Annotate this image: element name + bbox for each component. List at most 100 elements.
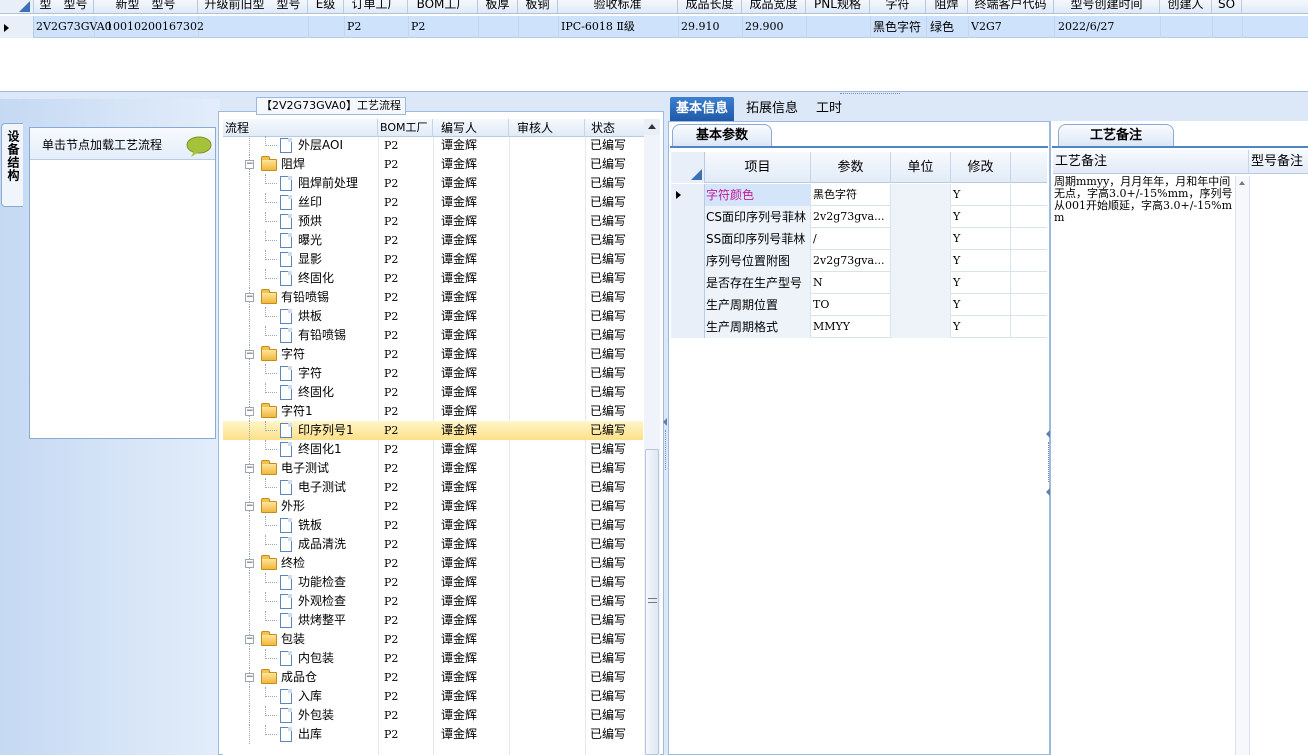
- process-scrollbar[interactable]: [644, 119, 660, 755]
- collapse-icon[interactable]: −: [245, 464, 254, 473]
- tree-row[interactable]: 预烘 P2 谭金辉 已编写: [223, 212, 643, 231]
- table-row[interactable]: CS面印序列号菲林 2v2g73gva... Y: [671, 206, 1047, 228]
- cell-bom-factory[interactable]: P2: [411, 16, 425, 38]
- process-remark-text[interactable]: 周期mmyy，月月年年，月和年中间无点，字高3.0+/-15%mm，序列号从00…: [1054, 176, 1234, 224]
- tab-basic-params[interactable]: 基本参数: [672, 124, 772, 146]
- tree-row[interactable]: − 成品仓 P2 谭金辉 已编写: [223, 668, 643, 687]
- collapse-icon[interactable]: −: [245, 160, 254, 169]
- cell-order-factory[interactable]: P2: [347, 16, 361, 38]
- model-remark-cell[interactable]: [1249, 176, 1308, 755]
- tree-row[interactable]: 铣板 P2 谭金辉 已编写: [223, 516, 643, 535]
- cell-created[interactable]: 2022/6/27: [1058, 16, 1114, 38]
- tree-row[interactable]: − 阻焊 P2 谭金辉 已编写: [223, 155, 643, 174]
- col-header[interactable]: E级: [308, 0, 344, 13]
- tree-row[interactable]: 出库 P2 谭金辉 已编写: [223, 725, 643, 744]
- cell-unit[interactable]: [891, 250, 951, 272]
- cell-model[interactable]: 2V2G73GVA0: [36, 16, 112, 38]
- tree-row[interactable]: − 有铅喷锡 P2 谭金辉 已编写: [223, 288, 643, 307]
- table-row[interactable]: 字符颜色 黑色字符 Y: [671, 184, 1047, 206]
- cell-param[interactable]: 黑色字符: [811, 184, 891, 206]
- cell-modify[interactable]: Y: [951, 228, 1011, 250]
- scroll-up-icon[interactable]: [644, 119, 660, 135]
- row-indicator[interactable]: [671, 316, 705, 338]
- col-header[interactable]: 字符: [870, 0, 926, 13]
- scroll-thumb[interactable]: [645, 449, 659, 755]
- table-row[interactable]: 生产周期格式 MMYY Y: [671, 316, 1047, 338]
- row-indicator[interactable]: [671, 272, 705, 294]
- col-header[interactable]: 成品宽度: [742, 0, 806, 13]
- cell-unit[interactable]: [891, 316, 951, 338]
- tab-work-hours[interactable]: 工时: [810, 97, 848, 121]
- col-header[interactable]: 板厚: [478, 0, 518, 13]
- tree-row[interactable]: 字符 P2 谭金辉 已编写: [223, 364, 643, 383]
- col-header[interactable]: 升级前旧型 型号: [198, 0, 308, 13]
- table-row[interactable]: 2V2G73GVA0 10010200167302 P2 P2 IPC-6018…: [0, 16, 1308, 38]
- tab-device-structure[interactable]: 设备结构: [1, 123, 23, 207]
- tree-row[interactable]: 终固化 P2 谭金辉 已编写: [223, 383, 643, 402]
- tree-row[interactable]: 有铅喷锡 P2 谭金辉 已编写: [223, 326, 643, 345]
- tree-row[interactable]: − 终检 P2 谭金辉 已编写: [223, 554, 643, 573]
- tree-row[interactable]: − 外形 P2 谭金辉 已编写: [223, 497, 643, 516]
- table-row[interactable]: SS面印序列号菲林 / Y: [671, 228, 1047, 250]
- tree-row[interactable]: 丝印 P2 谭金辉 已编写: [223, 193, 643, 212]
- table-row[interactable]: 生产周期位置 TO Y: [671, 294, 1047, 316]
- cell-unit[interactable]: [891, 272, 951, 294]
- col-model-remark[interactable]: 型号备注: [1249, 150, 1308, 174]
- cell-modify[interactable]: Y: [951, 184, 1011, 206]
- cell-modify[interactable]: Y: [951, 294, 1011, 316]
- table-row[interactable]: 序列号位置附图 2v2g73gva... Y: [671, 250, 1047, 272]
- collapse-mid-icon[interactable]: [663, 418, 667, 426]
- cell-param[interactable]: TO: [811, 294, 891, 316]
- cell-unit[interactable]: [891, 206, 951, 228]
- cell-item[interactable]: 字符颜色: [705, 184, 811, 206]
- cell-item[interactable]: SS面印序列号菲林: [705, 228, 811, 250]
- cell-item[interactable]: CS面印序列号菲林: [705, 206, 811, 228]
- tree-row[interactable]: − 电子测试 P2 谭金辉 已编写: [223, 459, 643, 478]
- cell-param[interactable]: /: [811, 228, 891, 250]
- col-header[interactable]: 创建人: [1160, 0, 1212, 13]
- col-flow[interactable]: 流程: [223, 119, 378, 137]
- cell-modify[interactable]: Y: [951, 316, 1011, 338]
- col-status[interactable]: 状态: [585, 119, 645, 137]
- cell-new-model[interactable]: 10010200167302: [106, 16, 204, 38]
- tree-row[interactable]: − 包装 P2 谭金辉 已编写: [223, 630, 643, 649]
- col-header[interactable]: 型 型号: [34, 0, 94, 13]
- tree-row[interactable]: − 字符1 P2 谭金辉 已编写: [223, 402, 643, 421]
- grid-corner[interactable]: [671, 152, 705, 183]
- tab-extended-info[interactable]: 拓展信息: [740, 97, 804, 121]
- remark-scrollbar[interactable]: [1235, 176, 1249, 755]
- col-header[interactable]: 板铜: [518, 0, 558, 13]
- collapse-icon[interactable]: −: [245, 559, 254, 568]
- tree-row[interactable]: 外层AOI P2 谭金辉 已编写: [223, 136, 643, 155]
- grid-corner[interactable]: [0, 0, 34, 13]
- tree-row[interactable]: 印序列号1 P2 谭金辉 已编写: [223, 421, 643, 440]
- row-indicator[interactable]: [671, 206, 705, 228]
- cell-standard[interactable]: IPC-6018 Ⅱ级: [561, 16, 635, 38]
- cell-length[interactable]: 29.910: [681, 16, 720, 38]
- row-indicator[interactable]: [671, 228, 705, 250]
- col-unit[interactable]: 单位: [891, 152, 951, 183]
- cell-modify[interactable]: Y: [951, 250, 1011, 272]
- tree-row[interactable]: 显影 P2 谭金辉 已编写: [223, 250, 643, 269]
- row-indicator[interactable]: [671, 294, 705, 316]
- tree-row[interactable]: 入库 P2 谭金辉 已编写: [223, 687, 643, 706]
- col-header[interactable]: 验收标准: [558, 0, 678, 13]
- col-header[interactable]: 新型 型号: [94, 0, 198, 13]
- col-header[interactable]: SO: [1212, 0, 1242, 13]
- row-indicator[interactable]: [671, 250, 705, 272]
- cell-unit[interactable]: [891, 184, 951, 206]
- cell-item[interactable]: 是否存在生产型号: [705, 272, 811, 294]
- cell-item[interactable]: 序列号位置附图: [705, 250, 811, 272]
- cell-param[interactable]: N: [811, 272, 891, 294]
- collapse-icon[interactable]: −: [245, 293, 254, 302]
- tree-row[interactable]: 电子测试 P2 谭金辉 已编写: [223, 478, 643, 497]
- cell-solder[interactable]: 绿色: [930, 16, 954, 38]
- col-header[interactable]: 成品长度: [678, 0, 742, 13]
- tree-row[interactable]: 阻焊前处理 P2 谭金辉 已编写: [223, 174, 643, 193]
- cell-customer-code[interactable]: V2G7: [971, 16, 1002, 38]
- tree-row[interactable]: 功能检查 P2 谭金辉 已编写: [223, 573, 643, 592]
- col-header[interactable]: 型号创建时间: [1054, 0, 1160, 13]
- tree-row[interactable]: 烘烤整平 P2 谭金辉 已编写: [223, 611, 643, 630]
- tree-row[interactable]: 成品清洗 P2 谭金辉 已编写: [223, 535, 643, 554]
- cell-unit[interactable]: [891, 228, 951, 250]
